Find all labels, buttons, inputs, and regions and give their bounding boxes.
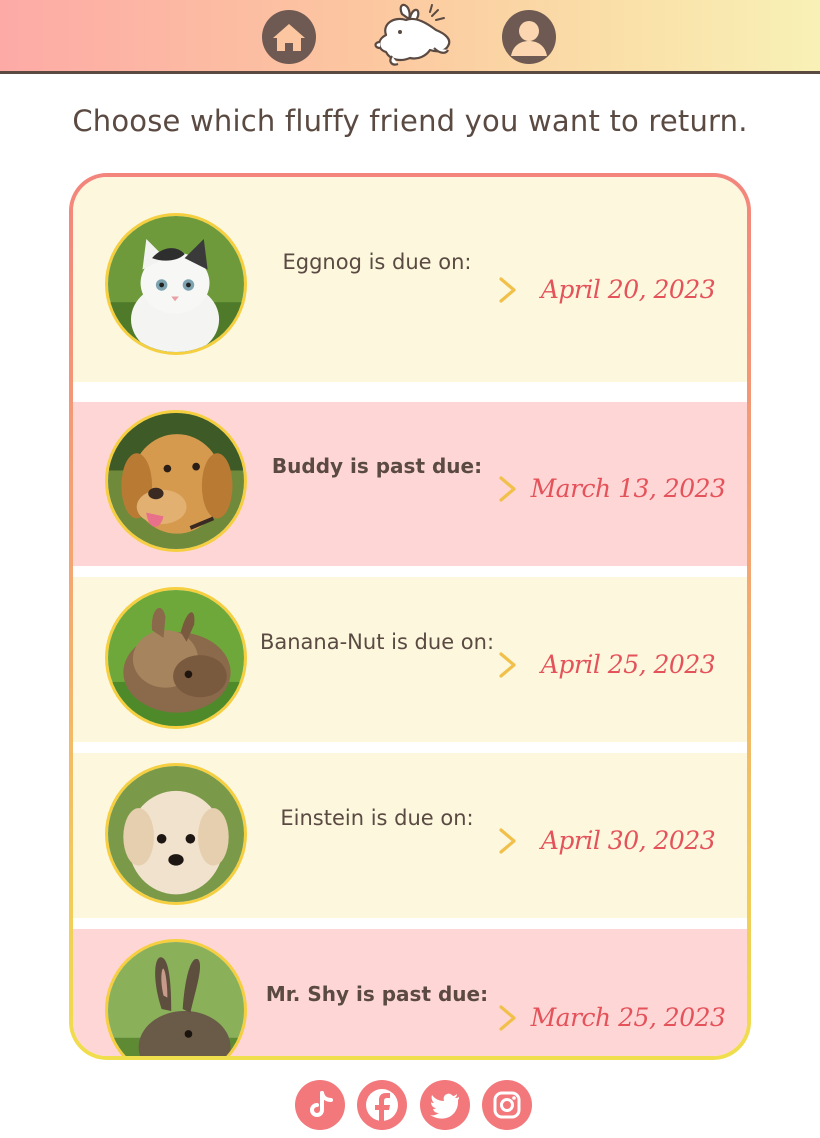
facebook-icon — [366, 1089, 398, 1128]
home-icon — [273, 24, 305, 51]
profile-button[interactable] — [502, 10, 556, 64]
page-instruction: Choose which fluffy friend you want to r… — [72, 104, 748, 138]
user-icon — [511, 21, 547, 56]
dashed-arrow-icon — [249, 476, 516, 502]
dashed-arrow-icon — [249, 828, 516, 854]
home-button[interactable] — [262, 10, 316, 64]
pet-due-date: April 25, 2023 — [540, 650, 716, 679]
pet-row-mr-shy[interactable]: Mr. Shy is past due: March 25, 2023 — [73, 929, 747, 1056]
pet-photo-kitten — [105, 213, 247, 355]
pet-due-date: April 30, 2023 — [540, 826, 716, 855]
facebook-button[interactable] — [357, 1080, 407, 1130]
instagram-button[interactable] — [482, 1080, 532, 1130]
dashed-arrow-icon — [249, 277, 516, 303]
bunny-logo-button[interactable] — [372, 2, 456, 68]
pet-row-banana-nut[interactable]: Banana-Nut is due on: April 25, 2023 — [73, 577, 747, 742]
dashed-arrow-icon — [249, 652, 516, 678]
pet-photo-wild-rabbit — [105, 939, 247, 1056]
instagram-icon — [493, 1091, 521, 1119]
tiktok-button[interactable] — [295, 1080, 345, 1130]
pet-photo-puppy — [105, 763, 247, 905]
pet-list: Eggnog is due on: April 20, 2023 Buddy i… — [73, 177, 747, 1056]
pet-photo-lionhead-rabbit — [105, 587, 247, 729]
pet-list-card: Eggnog is due on: April 20, 2023 Buddy i… — [69, 173, 751, 1060]
pet-row-buddy[interactable]: Buddy is past due: March 13, 2023 — [73, 402, 747, 566]
pet-due-date: March 13, 2023 — [530, 474, 726, 503]
tiktok-icon — [310, 1091, 333, 1117]
pet-row-eggnog[interactable]: Eggnog is due on: April 20, 2023 — [73, 177, 747, 382]
pet-due-date: April 20, 2023 — [540, 275, 716, 304]
pet-photo-golden-retriever — [105, 410, 247, 552]
pet-row-einstein[interactable]: Einstein is due on: April 30, 2023 — [73, 753, 747, 918]
twitter-icon — [430, 1093, 459, 1119]
pet-status-label: Eggnog is due on: — [282, 250, 472, 274]
bunny-logo-icon — [374, 3, 451, 66]
top-nav-bar — [0, 0, 820, 74]
twitter-button[interactable] — [420, 1080, 470, 1130]
pet-due-date: March 25, 2023 — [530, 1003, 726, 1032]
dashed-arrow-icon — [249, 1005, 516, 1031]
